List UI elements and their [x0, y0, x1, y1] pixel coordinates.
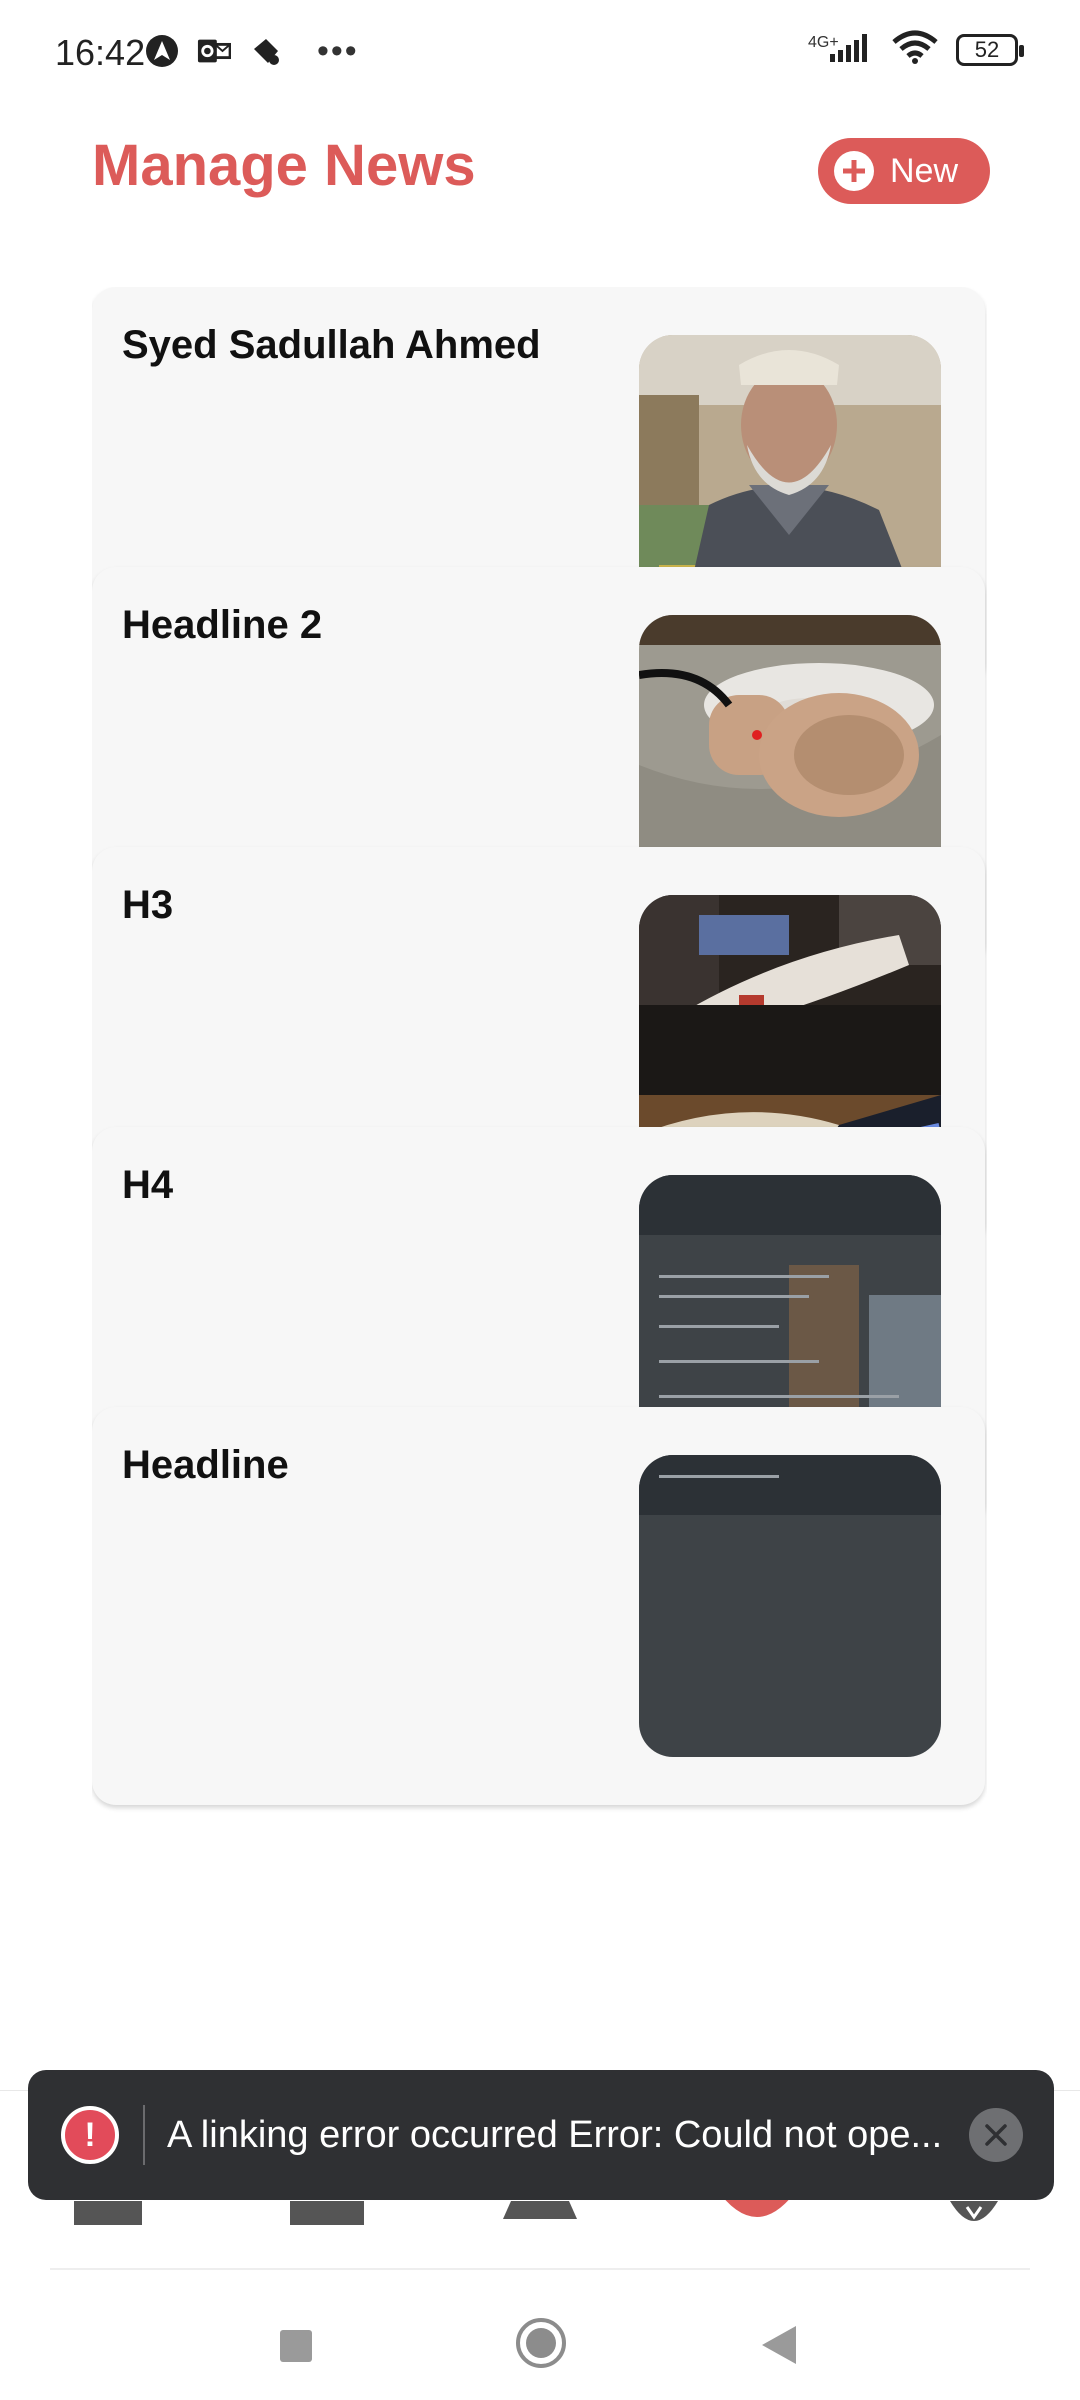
home-icon	[526, 2328, 556, 2358]
error-icon: !	[61, 2106, 119, 2164]
recent-apps-button[interactable]	[280, 2330, 312, 2362]
battery-icon: 52	[956, 33, 1024, 66]
status-bar: 16:42 ••• 4G+ 52	[0, 0, 1080, 96]
more-notifications-icon: •••	[317, 32, 359, 70]
toast-divider	[143, 2105, 145, 2165]
system-navigation-bar	[0, 2290, 1080, 2400]
wifi-icon	[892, 30, 938, 69]
error-toast[interactable]: ! A linking error occurred Error: Could …	[28, 2070, 1054, 2200]
news-headline: Headline 2	[122, 603, 323, 647]
page-title: Manage News	[92, 133, 476, 198]
home-button[interactable]	[516, 2318, 566, 2368]
status-time: 16:42	[55, 32, 146, 73]
status-notification-icons: •••	[145, 34, 359, 68]
navigation-arrow-icon	[145, 34, 179, 68]
close-icon[interactable]	[969, 2108, 1023, 2162]
status-system-icons: 52	[830, 30, 1024, 69]
new-button-label: New	[890, 151, 959, 190]
divider	[50, 2268, 1030, 2270]
news-thumbnail	[639, 1455, 941, 1757]
news-headline: H4	[122, 1163, 174, 1207]
add-circle-icon	[834, 151, 874, 191]
news-list[interactable]: Syed Sadullah Ahmed 2024-03-22 Headline …	[92, 287, 987, 2087]
news-headline: H3	[122, 883, 174, 927]
tab-news-icon[interactable]	[290, 2201, 364, 2230]
tab-favorites-icon[interactable]	[950, 2201, 998, 2234]
news-headline: Syed Sadullah Ahmed	[122, 323, 541, 367]
news-headline: Headline	[122, 1443, 289, 1487]
back-button[interactable]	[762, 2326, 796, 2364]
news-card[interactable]: Headline	[92, 1407, 985, 1805]
tab-home-icon[interactable]	[74, 2201, 142, 2230]
signal-icon	[830, 32, 874, 67]
new-news-button[interactable]: New	[818, 138, 990, 204]
outlook-icon	[197, 34, 231, 68]
app-notification-icon	[249, 34, 283, 68]
toast-message: A linking error occurred Error: Could no…	[167, 2113, 943, 2156]
tab-profile-icon[interactable]	[503, 2201, 577, 2230]
